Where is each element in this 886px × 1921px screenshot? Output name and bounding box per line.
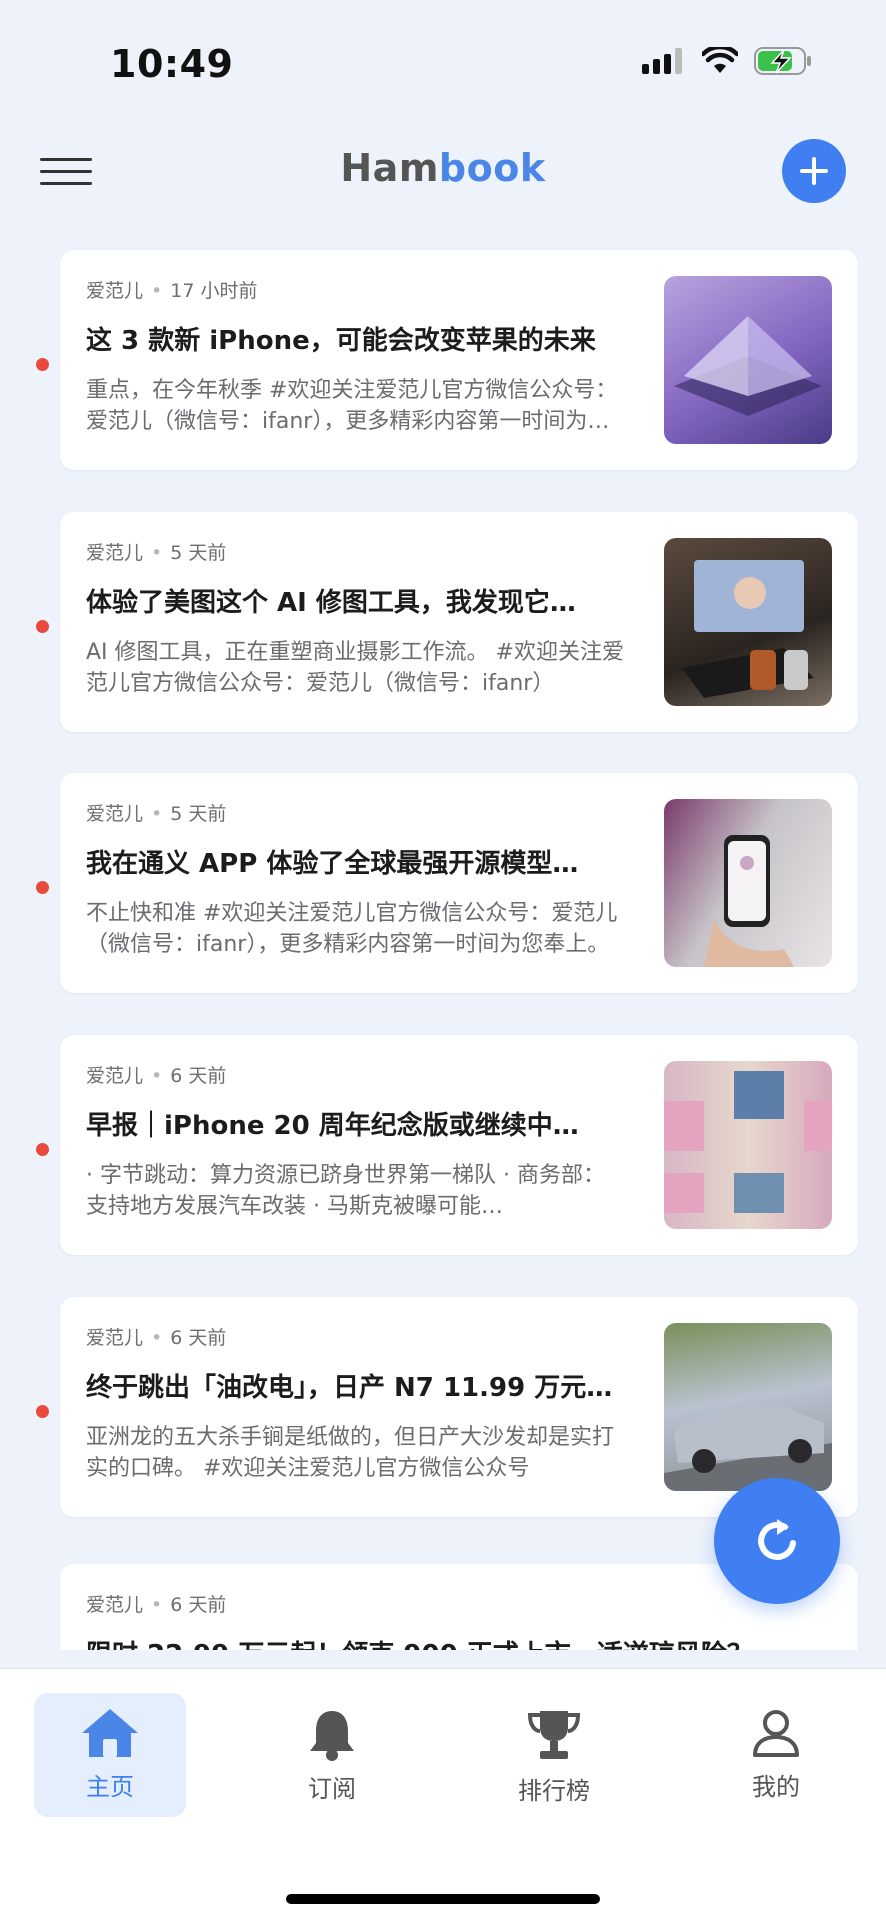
article-meta: 爱范儿 • 6 天前 — [86, 1065, 227, 1087]
article-summary: AI 修图工具，正在重塑商业摄影工作流。 #欢迎关注爱范儿官方微信公众号：爱范儿… — [86, 640, 624, 696]
tab-subscribe[interactable]: 订阅 — [256, 1693, 408, 1817]
article-card[interactable]: 爱范儿 • 5 天前 我在通义 APP 体验了全球最强开源模型… 不止快和准 #欢迎… — [60, 773, 858, 993]
unread-dot — [36, 620, 49, 633]
article-meta: 爱范儿 • 6 天前 — [86, 1594, 227, 1616]
article-time: 5 天前 — [170, 803, 227, 825]
article-thumbnail — [664, 538, 832, 706]
tab-bar: 主页 订阅 排行榜 我的 — [0, 1668, 886, 1921]
article-title: 我在通义 APP 体验了全球最强开源模型… — [86, 849, 579, 879]
app-title-part1: Ham — [340, 146, 439, 190]
user-icon — [753, 1710, 799, 1757]
article-time: 6 天前 — [170, 1065, 227, 1087]
status-time: 10:49 — [110, 42, 234, 86]
article-title: 体验了美图这个 AI 修图工具，我发现它… — [86, 588, 576, 618]
article-card[interactable]: 爱范儿 • 6 天前 终于跳出「油改电」，日产 N7 11.99 万元… 亚洲龙的五… — [60, 1297, 858, 1517]
tab-ranking-label: 排行榜 — [518, 1777, 590, 1805]
article-thumbnail — [664, 799, 832, 967]
article-time: 17 小时前 — [170, 280, 258, 302]
article-summary: · 字节跳动：算力资源已跻身世界第一梯队 · 商务部：支持地方发展汽车改装 · … — [86, 1163, 605, 1219]
tab-home[interactable]: 主页 — [34, 1693, 186, 1817]
unread-dot — [36, 881, 49, 894]
tab-ranking[interactable]: 排行榜 — [478, 1693, 630, 1817]
article-source: 爱范儿 — [86, 1594, 144, 1616]
article-card[interactable]: 爱范儿 • 5 天前 体验了美图这个 AI 修图工具，我发现它… AI 修图工具，正… — [60, 512, 858, 732]
app-title: Hambook — [0, 146, 886, 190]
tab-subscribe-label: 订阅 — [308, 1775, 356, 1803]
add-button[interactable] — [782, 139, 846, 203]
unread-dot — [36, 1143, 49, 1156]
article-source: 爱范儿 — [86, 803, 144, 825]
article-card[interactable]: 爱范儿 • 6 天前 早报｜iPhone 20 周年纪念版或继续中… · 字节跳动：… — [60, 1035, 858, 1255]
unread-dot — [36, 1405, 49, 1418]
article-meta: 爱范儿 • 5 天前 — [86, 803, 227, 825]
article-time: 6 天前 — [170, 1327, 227, 1349]
article-summary: 重点，在今年秋季 #欢迎关注爱范儿官方微信公众号：爱范儿（微信号：ifanr），… — [86, 378, 618, 434]
article-summary: 亚洲龙的五大杀手锏是纸做的，但日产大沙发却是实打实的口碑。 #欢迎关注爱范儿官方… — [86, 1425, 615, 1481]
refresh-button[interactable] — [714, 1478, 840, 1604]
article-thumbnail — [664, 1061, 832, 1229]
article-source: 爱范儿 — [86, 1065, 144, 1087]
article-card[interactable]: 爱范儿 • 17 小时前 这 3 款新 iPhone，可能会改变苹果的未来 重点，在… — [60, 250, 858, 470]
tab-me[interactable]: 我的 — [700, 1693, 852, 1817]
article-thumbnail — [664, 276, 832, 444]
article-summary: 不止快和准 #欢迎关注爱范儿官方微信公众号：爱范儿（微信号：ifanr），更多精… — [86, 901, 618, 957]
article-title: 早报｜iPhone 20 周年纪念版或继续中… — [86, 1111, 579, 1141]
unread-dot — [36, 358, 49, 371]
article-thumbnail — [664, 1323, 832, 1491]
status-icons — [642, 46, 814, 76]
article-source: 爱范儿 — [86, 542, 144, 564]
trophy-icon — [527, 1711, 581, 1759]
article-time: 5 天前 — [170, 542, 227, 564]
article-title: 终于跳出「油改电」，日产 N7 11.99 万元… — [86, 1373, 613, 1403]
article-source: 爱范儿 — [86, 280, 144, 302]
article-meta: 爱范儿 • 17 小时前 — [86, 280, 258, 302]
signal-icon — [642, 48, 682, 74]
home-indicator — [286, 1894, 600, 1904]
app-title-part2: book — [438, 146, 546, 190]
article-meta: 爱范儿 • 6 天前 — [86, 1327, 227, 1349]
article-title: 限时 22.99 万元起！领克 900 正式上市，适逆琼风险？ — [86, 1634, 826, 1650]
bell-icon — [310, 1711, 354, 1761]
article-source: 爱范儿 — [86, 1327, 144, 1349]
article-meta: 爱范儿 • 5 天前 — [86, 542, 227, 564]
tab-home-label: 主页 — [86, 1773, 134, 1801]
wifi-icon — [702, 47, 738, 73]
tab-me-label: 我的 — [752, 1773, 800, 1801]
article-title: 这 3 款新 iPhone，可能会改变苹果的未来 — [86, 326, 596, 356]
refresh-icon — [758, 1519, 796, 1560]
battery-charging-icon — [754, 47, 811, 75]
home-icon — [82, 1709, 138, 1757]
article-feed[interactable]: 爱范儿 • 17 小时前 这 3 款新 iPhone，可能会改变苹果的未来 重点，在… — [0, 250, 886, 1650]
article-time: 6 天前 — [170, 1594, 227, 1616]
